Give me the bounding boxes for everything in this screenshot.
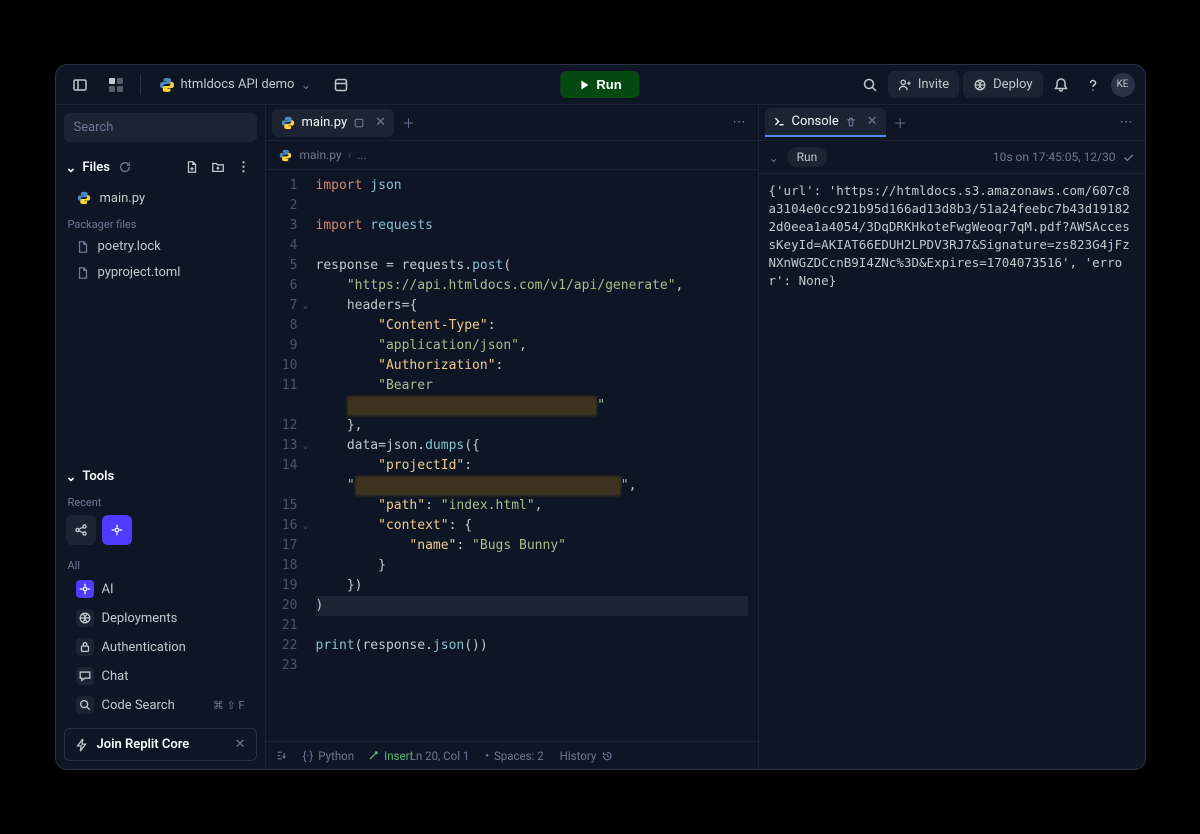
python-icon — [159, 77, 175, 93]
editor-pane: main.py ✕ ＋ ⋯ main.py › ... 123456789101… — [266, 105, 759, 769]
search-input[interactable]: Search — [64, 113, 257, 142]
add-tab-icon[interactable]: ＋ — [396, 109, 421, 136]
console-tab-label: Console — [792, 114, 839, 129]
recent-tool-ai-icon[interactable] — [102, 515, 132, 545]
link-icon — [353, 117, 365, 129]
breadcrumb-file[interactable]: main.py — [300, 148, 342, 162]
repl-settings-icon[interactable] — [327, 71, 355, 99]
join-core-label: Join Replit Core — [97, 737, 190, 752]
rocket-icon — [973, 78, 987, 92]
console-toolbar: ⌄ Run 10s on 17:45:05, 12/30 — [759, 141, 1145, 174]
all-label: All — [56, 553, 265, 574]
tool-item-chat[interactable]: Chat — [62, 662, 259, 690]
project-name-label: htmldocs API demo — [181, 77, 295, 92]
tools-section-head[interactable]: ⌄ Tools — [56, 463, 265, 490]
notifications-icon[interactable] — [1047, 71, 1075, 99]
cursor-position[interactable]: Ln 20, Col 1 — [410, 749, 470, 763]
file-item[interactable]: pyproject.toml — [62, 260, 259, 285]
language-indicator[interactable]: {·} Python — [303, 749, 355, 763]
tab-label: main.py — [302, 115, 348, 130]
new-folder-icon[interactable] — [207, 156, 229, 178]
console-tabs: Console ✕ ＋ ⋯ — [759, 105, 1145, 141]
tools-label: Tools — [82, 469, 114, 484]
chevron-down-icon: ⌄ — [66, 161, 77, 176]
search-icon[interactable] — [856, 71, 884, 99]
invite-label: Invite — [918, 77, 949, 92]
trash-icon[interactable] — [845, 116, 857, 128]
chevron-down-icon[interactable]: ⌄ — [769, 151, 779, 165]
recent-tool-share-icon[interactable] — [66, 515, 96, 545]
recent-label: Recent — [56, 490, 265, 511]
history-button[interactable]: History — [560, 749, 614, 763]
terminal-icon — [773, 115, 786, 128]
tool-item-authentication[interactable]: Authentication — [62, 633, 259, 661]
editor-tabs: main.py ✕ ＋ ⋯ — [266, 105, 758, 141]
add-console-tab-icon[interactable]: ＋ — [888, 109, 913, 136]
statusbar: {·} Python Insert Ln 20, Col 1 ● Spaces:… — [266, 741, 758, 769]
editor-tab[interactable]: main.py ✕ — [272, 109, 395, 137]
layout-icon[interactable] — [102, 71, 130, 99]
file-item[interactable]: poetry.lock — [62, 234, 259, 259]
close-tab-icon[interactable]: ✕ — [375, 115, 386, 130]
close-tab-icon[interactable]: ✕ — [867, 114, 878, 129]
user-plus-icon — [898, 78, 912, 92]
chevron-down-icon: ⌄ — [66, 470, 77, 485]
sidebar: Search ⌄ Files ⋮ main.py Packager files … — [56, 105, 266, 769]
refresh-icon[interactable] — [118, 160, 132, 174]
console-run-meta: 10s on 17:45:05, 12/30 — [993, 150, 1116, 164]
python-icon — [280, 115, 296, 131]
more-icon[interactable]: ⋮ — [233, 156, 255, 178]
tool-item-ai[interactable]: AI — [62, 575, 259, 603]
tool-item-deployments[interactable]: Deployments — [62, 604, 259, 632]
console-menu-icon[interactable]: ⋯ — [1114, 111, 1139, 134]
user-avatar[interactable]: KE — [1111, 73, 1135, 97]
close-icon[interactable]: ✕ — [235, 737, 246, 752]
play-icon — [578, 79, 590, 91]
chevron-down-icon: ⌄ — [300, 78, 311, 93]
python-icon — [278, 147, 294, 163]
tab-menu-icon[interactable]: ⋯ — [727, 111, 752, 134]
check-icon — [1122, 151, 1135, 164]
packager-files-label: Packager files — [56, 212, 265, 233]
console-run-pill[interactable]: Run — [787, 147, 828, 167]
files-section-head[interactable]: ⌄ Files ⋮ — [56, 150, 265, 184]
code-editor[interactable]: 1234567891011121314151617181920212223 im… — [266, 170, 758, 741]
invite-button[interactable]: Invite — [888, 71, 959, 98]
file-item[interactable]: main.py — [62, 185, 259, 211]
project-name-dropdown[interactable]: htmldocs API demo ⌄ — [151, 73, 320, 97]
help-icon[interactable] — [1079, 71, 1107, 99]
bolt-icon — [75, 738, 89, 752]
indent-icon[interactable] — [276, 749, 289, 762]
join-replit-core-button[interactable]: Join Replit Core ✕ — [64, 728, 257, 761]
console-output[interactable]: {'url': 'https://htmldocs.s3.amazonaws.c… — [759, 174, 1145, 769]
deploy-label: Deploy — [993, 77, 1032, 92]
console-pane: Console ✕ ＋ ⋯ ⌄ Run 10s on 17:45:05, 12/… — [759, 105, 1145, 769]
console-tab[interactable]: Console ✕ — [765, 108, 886, 137]
spaces-indicator[interactable]: ● Spaces: 2 — [485, 749, 543, 763]
breadcrumb: main.py › ... — [266, 141, 758, 170]
app-window: htmldocs API demo ⌄ Run Invite Deploy — [55, 64, 1146, 770]
panel-toggle-icon[interactable] — [66, 71, 94, 99]
run-button[interactable]: Run — [560, 71, 639, 98]
run-button-label: Run — [596, 77, 621, 92]
breadcrumb-ellipsis[interactable]: ... — [357, 148, 367, 162]
mode-indicator[interactable]: Insert — [368, 749, 413, 763]
tool-item-code-search[interactable]: Code Search⌘ ⇧ F — [62, 691, 259, 719]
files-label: Files — [82, 160, 110, 175]
topbar: htmldocs API demo ⌄ Run Invite Deploy — [56, 65, 1145, 105]
deploy-button[interactable]: Deploy — [963, 71, 1042, 98]
new-file-icon[interactable] — [181, 156, 203, 178]
